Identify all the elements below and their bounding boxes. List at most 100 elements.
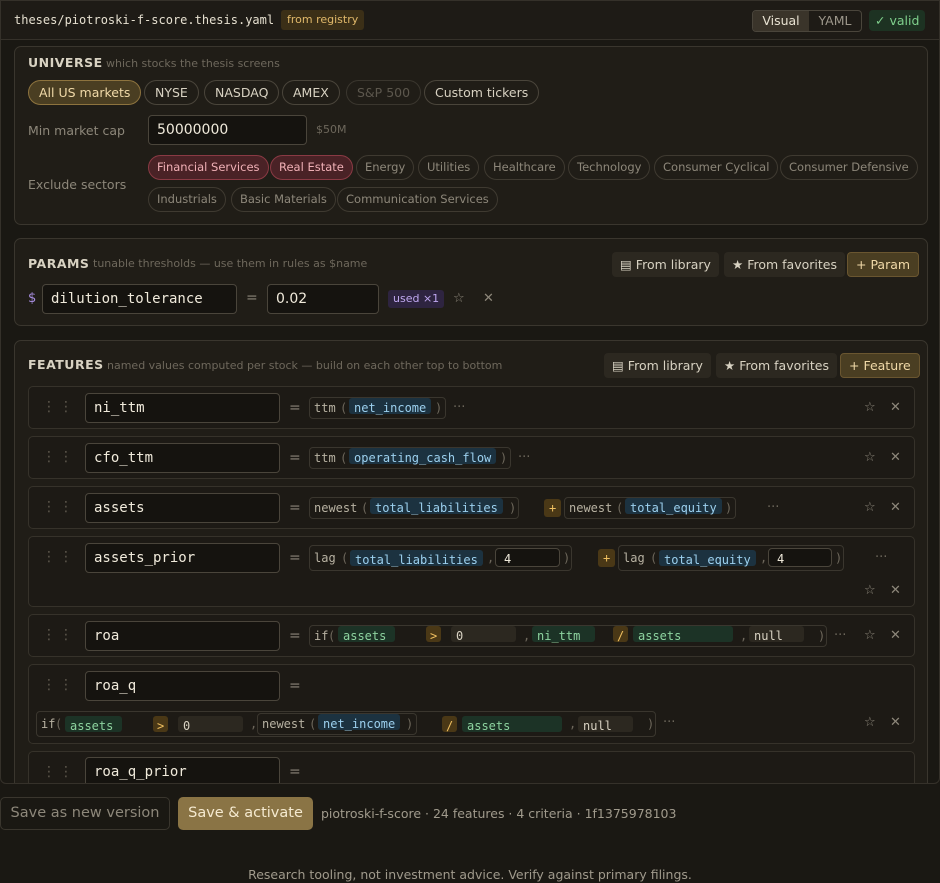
- market-nasdaq[interactable]: NASDAQ: [204, 80, 280, 105]
- favorite-star-icon[interactable]: ☆: [864, 400, 876, 415]
- market-amex[interactable]: AMEX: [282, 80, 340, 105]
- features-from-favorites-button[interactable]: ★ From favorites: [716, 353, 837, 378]
- field-token[interactable]: total_equity: [659, 550, 756, 567]
- params-from-library-button[interactable]: ▤ From library: [612, 252, 719, 277]
- favorite-star-icon[interactable]: ☆: [453, 291, 465, 306]
- feature-token[interactable]: assets: [65, 716, 122, 733]
- drag-handle-icon[interactable]: ⋮⋮: [42, 399, 76, 415]
- sector-technology[interactable]: Technology: [568, 155, 651, 180]
- param-value-input[interactable]: 0.02: [267, 284, 379, 314]
- operator-token[interactable]: >: [426, 626, 442, 643]
- favorite-star-icon[interactable]: ☆: [864, 500, 876, 515]
- feature-token[interactable]: assets: [338, 626, 395, 643]
- lag-periods-input[interactable]: 4: [495, 548, 560, 567]
- drag-handle-icon[interactable]: ⋮⋮: [42, 677, 76, 693]
- market-nyse[interactable]: NYSE: [144, 80, 199, 105]
- tab-yaml[interactable]: YAML: [809, 11, 861, 31]
- feature-name-input[interactable]: assets: [85, 493, 280, 523]
- field-token[interactable]: total_liabilities: [350, 550, 483, 567]
- more-icon[interactable]: ···: [518, 450, 530, 465]
- sector-energy[interactable]: Energy: [356, 155, 415, 180]
- more-icon[interactable]: ···: [453, 400, 465, 415]
- feature-token[interactable]: assets: [633, 626, 733, 643]
- field-token[interactable]: total_liabilities: [370, 498, 503, 515]
- remove-feature-icon[interactable]: ✕: [890, 450, 901, 465]
- paren-close: ): [725, 501, 733, 515]
- features-from-library-button[interactable]: ▤ From library: [604, 353, 711, 378]
- sector-communication-services[interactable]: Communication Services: [337, 187, 498, 212]
- sector-healthcare[interactable]: Healthcare: [484, 155, 565, 180]
- paren-open: (: [55, 717, 63, 731]
- feature-name-input[interactable]: assets_prior: [85, 543, 280, 573]
- field-token[interactable]: net_income: [349, 398, 432, 415]
- number-token[interactable]: 0: [451, 626, 516, 643]
- save-and-activate-button[interactable]: Save & activate: [178, 797, 313, 830]
- min-cap-input[interactable]: 50000000: [148, 115, 307, 145]
- market-all-us[interactable]: All US markets: [28, 80, 142, 105]
- operator-chip[interactable]: +: [598, 549, 616, 567]
- feature-expression[interactable]: ttm ( operating_cash_flow ): [309, 447, 511, 469]
- remove-feature-icon[interactable]: ✕: [890, 583, 901, 598]
- operator-token[interactable]: /: [442, 716, 458, 733]
- null-token[interactable]: null: [578, 716, 633, 733]
- drag-handle-icon[interactable]: ⋮⋮: [42, 764, 76, 780]
- drag-handle-icon[interactable]: ⋮⋮: [42, 549, 76, 565]
- lag-periods-input[interactable]: 4: [768, 548, 832, 567]
- feature-expression[interactable]: lag ( total_equity , 4 ): [618, 545, 844, 571]
- feature-name-input[interactable]: roa_q: [85, 671, 280, 701]
- feature-expression[interactable]: lag ( total_liabilities , 4 ): [309, 545, 572, 571]
- params-from-favorites-button[interactable]: ★ From favorites: [724, 252, 845, 277]
- function-name: newest: [314, 501, 358, 515]
- operator-chip[interactable]: +: [544, 499, 562, 517]
- remove-feature-icon[interactable]: ✕: [890, 628, 901, 643]
- sector-financial-services[interactable]: Financial Services: [148, 155, 269, 180]
- feature-name-input[interactable]: cfo_ttm: [85, 443, 280, 473]
- field-token[interactable]: total_equity: [625, 498, 722, 515]
- remove-param-icon[interactable]: ✕: [483, 291, 494, 306]
- operator-token[interactable]: >: [153, 716, 169, 733]
- favorite-star-icon[interactable]: ☆: [864, 715, 876, 730]
- operator-token[interactable]: /: [613, 626, 629, 643]
- feature-name-input[interactable]: roa: [85, 621, 280, 651]
- sector-consumer-defensive[interactable]: Consumer Defensive: [780, 155, 918, 180]
- more-icon[interactable]: ···: [767, 500, 779, 515]
- drag-handle-icon[interactable]: ⋮⋮: [42, 499, 76, 515]
- null-token[interactable]: null: [749, 626, 804, 643]
- feature-name-input[interactable]: roa_q_prior: [85, 757, 280, 783]
- number-token[interactable]: 0: [178, 716, 243, 733]
- drag-handle-icon[interactable]: ⋮⋮: [42, 627, 76, 643]
- add-param-button[interactable]: + Param: [847, 252, 920, 277]
- save-as-new-version-button[interactable]: Save as new version: [0, 797, 170, 830]
- drag-handle-icon[interactable]: ⋮⋮: [42, 449, 76, 465]
- sector-consumer-cyclical[interactable]: Consumer Cyclical: [654, 155, 779, 180]
- disclaimer: Research tooling, not investment advice.…: [248, 867, 692, 882]
- field-token[interactable]: net_income: [318, 714, 401, 731]
- feature-name-input[interactable]: ni_ttm: [85, 393, 280, 423]
- sector-industrials[interactable]: Industrials: [148, 187, 226, 212]
- feature-token[interactable]: ni_ttm: [532, 626, 595, 643]
- more-icon[interactable]: ···: [875, 550, 887, 565]
- market-custom-tickers[interactable]: Custom tickers: [424, 80, 540, 105]
- field-token[interactable]: operating_cash_flow: [349, 448, 497, 465]
- favorite-star-icon[interactable]: ☆: [864, 583, 876, 598]
- remove-feature-icon[interactable]: ✕: [890, 400, 901, 415]
- remove-feature-icon[interactable]: ✕: [890, 715, 901, 730]
- sector-utilities[interactable]: Utilities: [418, 155, 480, 180]
- remove-feature-icon[interactable]: ✕: [890, 500, 901, 515]
- favorite-star-icon[interactable]: ☆: [864, 450, 876, 465]
- feature-expression[interactable]: if ( assets > 0 , newest ( net_income ) …: [36, 711, 656, 737]
- add-feature-button[interactable]: + Feature: [840, 353, 920, 378]
- tab-visual[interactable]: Visual: [753, 11, 809, 31]
- favorite-star-icon[interactable]: ☆: [864, 628, 876, 643]
- param-name-input[interactable]: dilution_tolerance: [42, 284, 237, 314]
- feature-expression[interactable]: newest ( total_liabilities ): [309, 497, 519, 519]
- sector-basic-materials[interactable]: Basic Materials: [231, 187, 336, 212]
- feature-expression[interactable]: if ( assets > 0 , ni_ttm / assets , null…: [309, 625, 827, 647]
- sector-real-estate[interactable]: Real Estate: [270, 155, 353, 180]
- more-icon[interactable]: ···: [834, 628, 846, 643]
- feature-expression[interactable]: ttm ( net_income ): [309, 397, 446, 419]
- more-icon[interactable]: ···: [663, 715, 675, 730]
- nested-expression[interactable]: newest ( net_income ): [257, 713, 417, 735]
- feature-expression[interactable]: newest ( total_equity ): [564, 497, 736, 519]
- feature-token[interactable]: assets: [462, 716, 562, 733]
